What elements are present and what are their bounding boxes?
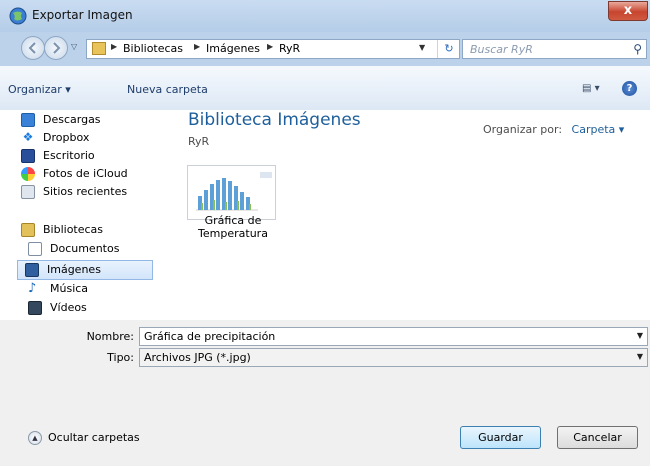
close-icon: x: [623, 3, 633, 18]
downloads-icon: [21, 113, 35, 127]
command-bar: Organizar ▾ Nueva carpeta ▤ ▾ ?: [0, 66, 650, 111]
recent-places-icon: [21, 185, 35, 199]
file-thumbnail[interactable]: [187, 165, 276, 220]
dropbox-icon: ❖: [22, 130, 34, 144]
icloud-photos-icon: [21, 167, 35, 181]
navigation-pane: Descargas ❖ Dropbox Escritorio Fotos de …: [14, 110, 163, 320]
nav-item-label: Vídeos: [50, 301, 87, 314]
breadcrumb-separator-icon: ▶: [267, 42, 274, 51]
save-panel: Nombre: Gráfica de precipitación ▼ Tipo:…: [0, 320, 650, 466]
library-title: Biblioteca Imágenes: [188, 110, 361, 130]
filename-label: Nombre:: [86, 330, 134, 343]
breadcrumb-separator-icon: ▶: [111, 42, 118, 51]
type-label: Tipo:: [107, 351, 134, 364]
pictures-icon: [25, 263, 39, 277]
breadcrumb-imagenes[interactable]: Imágenes: [206, 42, 260, 55]
file-name-label[interactable]: Gráfica de Temperatura: [178, 214, 288, 240]
nav-item-sitios-recientes[interactable]: Sitios recientes: [21, 184, 153, 202]
videos-icon: [28, 301, 42, 315]
library-subtitle: RyR: [188, 135, 210, 148]
arrange-by-dropdown[interactable]: Carpeta ▾: [572, 123, 625, 136]
nav-item-label: Dropbox: [43, 131, 90, 144]
libraries-icon: [21, 223, 35, 237]
chevron-down-icon[interactable]: ▼: [637, 331, 643, 340]
back-button[interactable]: [21, 36, 45, 60]
nav-item-fotos-icloud[interactable]: Fotos de iCloud: [21, 166, 153, 184]
organize-menu-button[interactable]: Organizar ▾: [8, 83, 71, 96]
address-row: ▽ ▶ Bibliotecas ▶ Imágenes ▶ RyR ▼ ↻ Bus…: [0, 32, 650, 66]
search-box[interactable]: Buscar RyR ⚲: [462, 39, 647, 59]
file-type-select[interactable]: Archivos JPG (*.jpg) ▼: [139, 348, 648, 367]
nav-item-dropbox[interactable]: ❖ Dropbox: [21, 130, 153, 148]
nav-item-label: Documentos: [50, 242, 120, 255]
back-arrow-icon: [28, 42, 36, 54]
nav-item-bibliotecas[interactable]: Bibliotecas: [21, 222, 153, 240]
chart-thumbnail-image: [188, 166, 275, 219]
search-icon[interactable]: ⚲: [633, 42, 642, 56]
close-button[interactable]: x: [608, 1, 648, 21]
nav-item-label: Música: [50, 282, 89, 295]
nav-item-videos[interactable]: Vídeos: [21, 300, 153, 318]
nav-item-label: Descargas: [43, 113, 101, 126]
nav-item-label: Escritorio: [43, 149, 95, 162]
collapse-up-icon: ▲: [28, 431, 42, 445]
content-area: Descargas ❖ Dropbox Escritorio Fotos de …: [0, 110, 650, 320]
desktop-icon: [21, 149, 35, 163]
save-button[interactable]: Guardar: [460, 426, 541, 449]
address-dropdown-icon[interactable]: ▼: [419, 43, 425, 52]
file-type-value: Archivos JPG (*.jpg): [144, 351, 251, 364]
new-folder-button[interactable]: Nueva carpeta: [127, 83, 208, 96]
help-icon[interactable]: ?: [622, 81, 637, 96]
filename-input[interactable]: Gráfica de precipitación ▼: [139, 327, 648, 346]
hide-folders-label: Ocultar carpetas: [48, 431, 140, 444]
cancel-button[interactable]: Cancelar: [557, 426, 638, 449]
nav-item-musica[interactable]: ♪ Música: [21, 281, 153, 299]
nav-item-imagenes[interactable]: Imágenes: [17, 260, 153, 280]
arrange-by-label: Organizar por:: [483, 123, 563, 136]
library-folder-icon: [92, 42, 106, 55]
nav-item-label: Imágenes: [47, 263, 101, 276]
change-view-button[interactable]: ▤ ▾: [582, 83, 600, 94]
nav-item-descargas[interactable]: Descargas: [21, 112, 153, 130]
refresh-icon[interactable]: ↻: [437, 40, 460, 58]
title-bar[interactable]: Exportar Imagen x: [0, 0, 650, 32]
window-title: Exportar Imagen: [32, 8, 133, 22]
music-icon: ♪: [28, 281, 37, 296]
view-options-icon: ▤ ▾: [582, 83, 600, 94]
forward-button[interactable]: [44, 36, 68, 60]
forward-arrow-icon: [53, 42, 61, 54]
documents-icon: [28, 242, 42, 256]
filename-value: Gráfica de precipitación: [144, 330, 276, 343]
export-image-dialog: Exportar Imagen x ▽ ▶ Bibliotecas ▶ Imág…: [0, 0, 650, 466]
hide-folders-button[interactable]: ▲ Ocultar carpetas: [28, 431, 140, 445]
nav-item-label: Sitios recientes: [43, 185, 128, 198]
search-placeholder: Buscar RyR: [470, 43, 533, 56]
arrange-by: Organizar por: Carpeta ▾: [483, 123, 624, 136]
nav-item-label: Bibliotecas: [43, 223, 104, 236]
breadcrumb-ryr[interactable]: RyR: [279, 42, 300, 55]
nav-item-documentos[interactable]: Documentos: [21, 241, 153, 259]
chevron-down-icon[interactable]: ▼: [637, 352, 643, 361]
recent-locations-chevron-icon[interactable]: ▽: [71, 42, 77, 51]
address-bar[interactable]: ▶ Bibliotecas ▶ Imágenes ▶ RyR ▼ ↻: [86, 39, 460, 59]
nav-item-label: Fotos de iCloud: [43, 167, 128, 180]
nav-item-escritorio[interactable]: Escritorio: [21, 148, 153, 166]
app-globe-icon: [9, 7, 27, 25]
breadcrumb-separator-icon: ▶: [194, 42, 201, 51]
breadcrumb-bibliotecas[interactable]: Bibliotecas: [123, 42, 183, 55]
